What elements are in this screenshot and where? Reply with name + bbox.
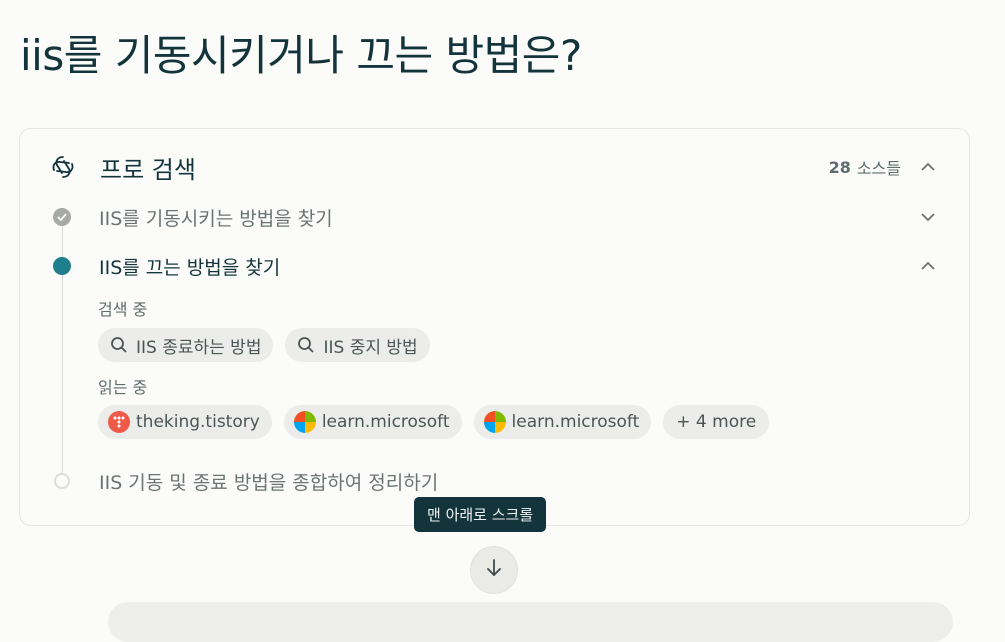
chevron-up-icon[interactable] <box>917 156 939 178</box>
pending-step-dot <box>54 473 70 489</box>
step-item: IIS 기동 및 종료 방법을 종합하여 정리하기 <box>53 467 939 495</box>
search-icon <box>295 334 317 356</box>
microsoft-icon <box>483 411 506 433</box>
pro-search-panel: 프로 검색 28 소스들 IIS를 기동시키는 방법을 찾기 IIS를 끄는 방… <box>19 128 970 526</box>
scroll-tooltip: 맨 아래로 스크롤 <box>414 497 547 532</box>
microsoft-icon <box>293 411 316 433</box>
sources-toggle[interactable]: 28 소스들 <box>829 155 939 179</box>
panel-title: 프로 검색 <box>100 155 196 184</box>
step-label: IIS를 기동시키는 방법을 찾기 <box>99 207 333 230</box>
scroll-to-bottom-button[interactable] <box>470 546 518 594</box>
active-step-dot <box>53 257 71 275</box>
page-title: iis를 기동시키거나 끄는 방법은? <box>20 31 582 80</box>
tistory-icon <box>108 411 130 433</box>
source-name: theking.tistory <box>136 412 260 432</box>
search-query-chip[interactable]: IIS 중지 방법 <box>285 328 430 362</box>
sources-label: 소스들 <box>856 159 901 178</box>
source-chip[interactable]: learn.microsoft <box>283 405 462 439</box>
step-label: IIS를 끄는 방법을 찾기 <box>99 256 281 279</box>
source-chips: theking.tistory learn.microsoft learn.mi… <box>98 405 770 439</box>
pro-search-icon <box>48 152 78 182</box>
source-name: learn.microsoft <box>511 412 640 432</box>
panel-header[interactable]: 프로 검색 28 소스들 <box>48 151 939 184</box>
source-chip[interactable]: theking.tistory <box>98 405 272 439</box>
chevron-down-icon[interactable] <box>917 206 939 228</box>
reading-label: 읽는 중 <box>98 378 148 397</box>
arrow-down-icon <box>485 558 503 582</box>
step-item[interactable]: IIS를 기동시키는 방법을 찾기 <box>53 203 939 231</box>
chevron-up-icon[interactable] <box>917 255 939 277</box>
step-item[interactable]: IIS를 끄는 방법을 찾기 <box>53 252 939 280</box>
step-label: IIS 기동 및 종료 방법을 종합하여 정리하기 <box>99 471 439 494</box>
source-name: learn.microsoft <box>321 412 450 432</box>
query-text: IIS 중지 방법 <box>323 337 418 358</box>
search-query-chips: IIS 종료하는 방법 IIS 중지 방법 <box>98 328 430 362</box>
sources-count: 28 <box>828 157 851 177</box>
search-query-chip[interactable]: IIS 종료하는 방법 <box>98 328 274 362</box>
searching-label: 검색 중 <box>98 300 148 319</box>
search-icon <box>108 334 130 356</box>
check-icon <box>53 208 71 226</box>
query-text: IIS 종료하는 방법 <box>136 337 262 358</box>
more-sources-chip[interactable]: + 4 more <box>663 405 770 439</box>
input-bar[interactable] <box>108 602 953 642</box>
source-chip[interactable]: learn.microsoft <box>473 405 652 439</box>
